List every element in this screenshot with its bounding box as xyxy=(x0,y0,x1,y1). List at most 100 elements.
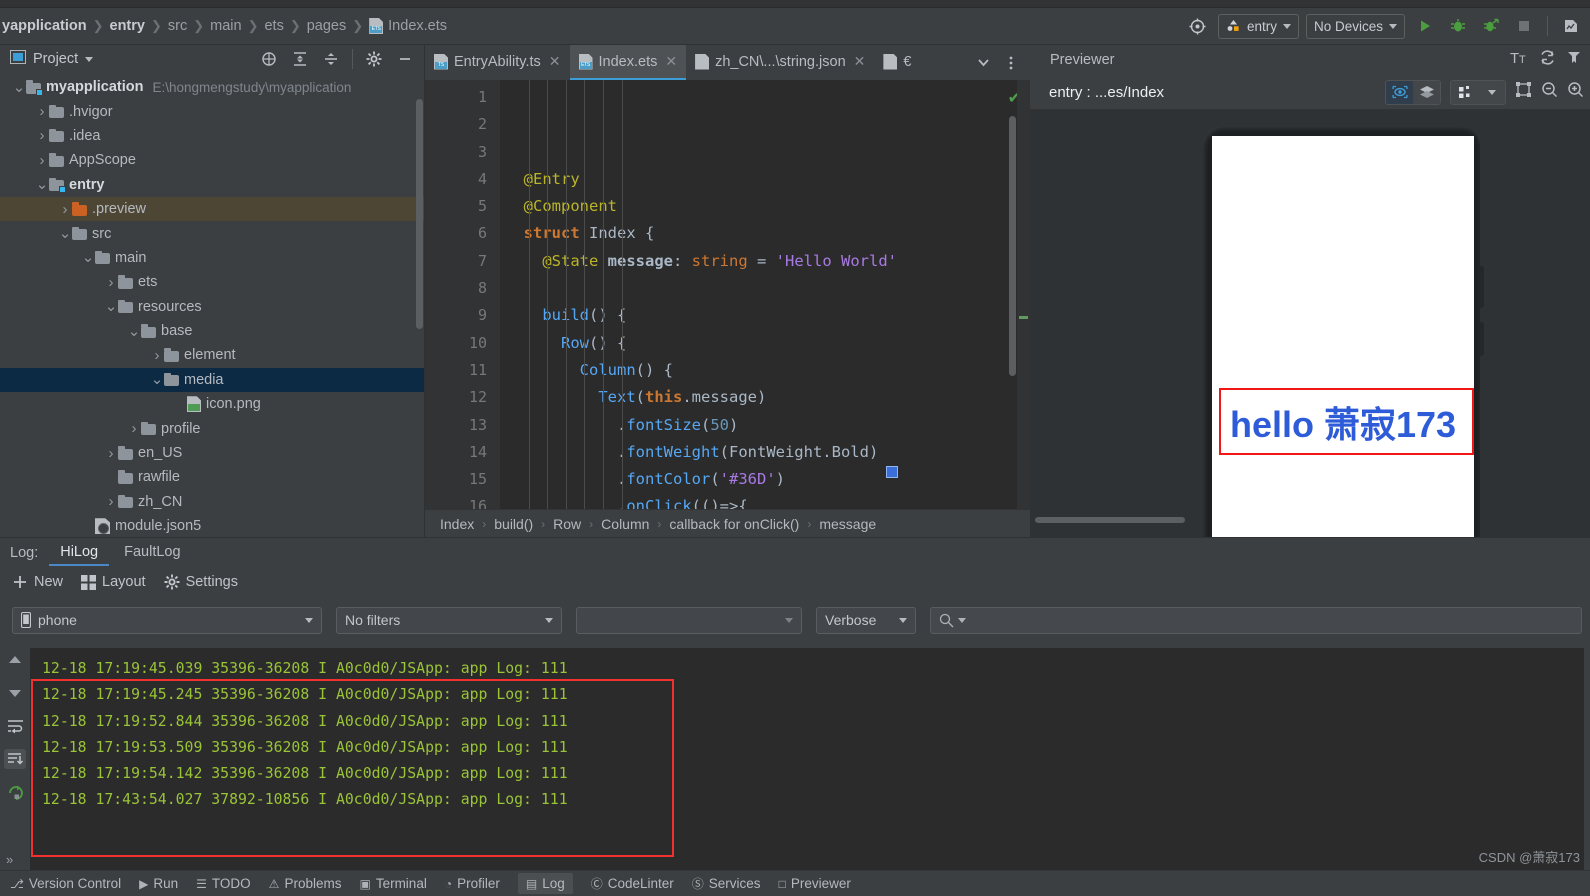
chevron-down-icon[interactable] xyxy=(1478,80,1505,104)
tree-node[interactable]: › .preview xyxy=(0,196,424,222)
log-line[interactable]: 12-18 17:19:52.844 35396-36208 I A0c0d0/… xyxy=(42,709,1584,735)
scroll-to-end-icon[interactable] xyxy=(4,749,26,769)
close-icon[interactable]: ✕ xyxy=(549,53,561,70)
scroll-down-icon[interactable] xyxy=(4,683,26,703)
chevron-down-icon[interactable]: ⌄ xyxy=(81,250,95,265)
code-line[interactable]: Column() { xyxy=(500,357,1030,384)
log-output[interactable]: 12-18 17:19:45.039 35396-36208 I A0c0d0/… xyxy=(30,648,1584,870)
line-number[interactable]: 1 xyxy=(425,84,500,111)
chevron-down-icon[interactable]: ⌄ xyxy=(58,226,72,241)
code-editor[interactable]: 1234567891011121314151617 @Entry @Compon… xyxy=(425,80,1030,509)
zoom-out-icon[interactable] xyxy=(1541,81,1558,103)
multi-profile-icon[interactable] xyxy=(1451,80,1478,104)
breadcrumb-item[interactable]: main xyxy=(205,18,246,34)
status-bar-item[interactable]: Ⓒ CodeLinter xyxy=(591,875,674,892)
status-bar-item[interactable]: ⚠ Problems xyxy=(269,876,342,891)
editor-breadcrumb-item[interactable]: Column xyxy=(594,516,656,532)
log-line[interactable]: 12-18 17:19:45.039 35396-36208 I A0c0d0/… xyxy=(42,656,1584,682)
scroll-up-icon[interactable] xyxy=(4,650,26,670)
chevron-down-icon[interactable]: ⌄ xyxy=(35,177,49,192)
log-search-field[interactable] xyxy=(970,612,1573,628)
new-log-tab-button[interactable]: New xyxy=(12,574,63,590)
tree-node[interactable]: › .hvigor xyxy=(0,99,424,123)
device-selector[interactable]: No Devices xyxy=(1305,13,1405,39)
line-number[interactable]: 16 xyxy=(425,493,500,509)
more-vertical-icon[interactable] xyxy=(998,50,1024,76)
line-number[interactable]: 15 xyxy=(425,466,500,493)
stop-icon[interactable] xyxy=(1511,13,1537,39)
tree-node[interactable]: icon.png xyxy=(0,392,424,416)
log-search-input[interactable] xyxy=(930,606,1582,634)
chevron-down-icon[interactable]: ⌄ xyxy=(127,324,141,339)
line-number[interactable]: 2 xyxy=(425,111,500,138)
log-line[interactable]: 12-18 17:43:54.027 37892-10856 I A0c0d0/… xyxy=(42,787,1584,813)
editor-tab[interactable]: TS EntryAbility.ts ✕ xyxy=(425,45,570,80)
line-number[interactable]: 11 xyxy=(425,357,500,384)
editor-code[interactable]: @Entry @Component struct Index { @State … xyxy=(500,80,1030,509)
chevron-right-icon[interactable]: › xyxy=(58,201,72,218)
device-screen[interactable]: hello 萧寂173 xyxy=(1212,136,1474,537)
restart-icon[interactable] xyxy=(4,782,26,802)
level-select[interactable]: Verbose xyxy=(816,606,916,634)
zoom-in-icon[interactable] xyxy=(1567,81,1584,103)
status-bar-item[interactable]: ▣ Terminal xyxy=(359,876,426,891)
editor-marker-gutter[interactable] xyxy=(1017,80,1030,509)
font-size-icon[interactable]: TT xyxy=(1510,50,1529,71)
pin-icon[interactable] xyxy=(1566,49,1582,71)
log-line[interactable]: 12-18 17:19:53.509 35396-36208 I A0c0d0/… xyxy=(42,735,1584,761)
tree-node[interactable]: › element xyxy=(0,343,424,367)
tree-node[interactable]: ⌄ base xyxy=(0,319,424,343)
chevron-right-icon[interactable]: › xyxy=(35,152,49,169)
chevron-down-icon[interactable] xyxy=(85,56,94,62)
run-configuration-selector[interactable]: entry xyxy=(1217,13,1299,39)
code-line[interactable]: @State message: string = 'Hello World' xyxy=(500,248,1030,275)
code-line[interactable]: struct Index { xyxy=(500,220,1030,247)
code-line[interactable]: Text(this.message) xyxy=(500,384,1030,411)
editor-tab[interactable]: ETS Index.ets ✕ xyxy=(569,45,687,80)
log-line[interactable]: 12-18 17:19:54.142 35396-36208 I A0c0d0/… xyxy=(42,761,1584,787)
status-bar-item[interactable]: □ Previewer xyxy=(779,876,851,891)
editor-breadcrumb-item[interactable]: callback for onClick() xyxy=(662,516,806,532)
chevron-right-icon[interactable]: › xyxy=(104,445,118,462)
editor-breadcrumb-item[interactable]: build() xyxy=(487,516,540,532)
editor-scrollbar[interactable] xyxy=(1009,116,1016,376)
chevron-right-icon[interactable]: › xyxy=(127,420,141,437)
collapse-all-icon[interactable] xyxy=(318,46,344,72)
device-filter-select[interactable]: phone xyxy=(12,606,322,634)
breadcrumb-item[interactable]: pages xyxy=(302,18,352,34)
attach-debugger-icon[interactable] xyxy=(1478,13,1504,39)
status-bar-item[interactable]: Ⓢ Services xyxy=(692,875,761,892)
locate-icon[interactable] xyxy=(256,46,282,72)
status-bar-item[interactable]: ▤ Log xyxy=(517,873,573,894)
run-icon[interactable] xyxy=(1412,13,1438,39)
code-line[interactable]: .fontColor('#36D') xyxy=(500,466,1030,493)
code-line[interactable]: @Component xyxy=(500,193,1030,220)
tree-node[interactable]: ⌄ main xyxy=(0,246,424,270)
layout-button[interactable]: Layout xyxy=(81,574,146,590)
code-line[interactable]: .fontWeight(FontWeight.Bold) xyxy=(500,439,1030,466)
breadcrumb-item[interactable]: ets xyxy=(259,18,288,34)
filter-select[interactable]: No filters xyxy=(336,606,562,634)
editor-breadcrumb-item[interactable]: message xyxy=(812,516,883,532)
minimize-icon[interactable] xyxy=(392,46,418,72)
process-select[interactable] xyxy=(576,606,802,634)
line-number[interactable]: 9 xyxy=(425,302,500,329)
log-line[interactable]: 12-18 17:19:45.245 35396-36208 I A0c0d0/… xyxy=(42,682,1584,708)
tree-node[interactable]: ⌄ resources xyxy=(0,295,424,319)
expand-chevrons-icon[interactable]: » xyxy=(6,852,13,867)
project-scrollbar[interactable] xyxy=(416,99,423,329)
chevron-right-icon[interactable]: › xyxy=(35,127,49,144)
tree-node[interactable]: › AppScope xyxy=(0,148,424,172)
tab-hilog[interactable]: HiLog xyxy=(49,544,110,566)
tree-node[interactable]: ⌄ media xyxy=(0,367,424,393)
tree-node[interactable]: ⌄ entry xyxy=(0,173,424,197)
code-line[interactable]: Row() { xyxy=(500,330,1030,357)
frame-icon[interactable] xyxy=(1515,81,1532,103)
status-bar-item[interactable]: ☰ TODO xyxy=(196,876,251,891)
debug-icon[interactable] xyxy=(1445,13,1471,39)
line-number[interactable]: 13 xyxy=(425,412,500,439)
log-settings-button[interactable]: Settings xyxy=(164,574,238,590)
breadcrumb-item[interactable]: src xyxy=(163,18,192,34)
editor-tab[interactable]: zh_CN\...\string.json ✕ xyxy=(686,45,874,80)
device-target-icon[interactable] xyxy=(1185,13,1211,39)
